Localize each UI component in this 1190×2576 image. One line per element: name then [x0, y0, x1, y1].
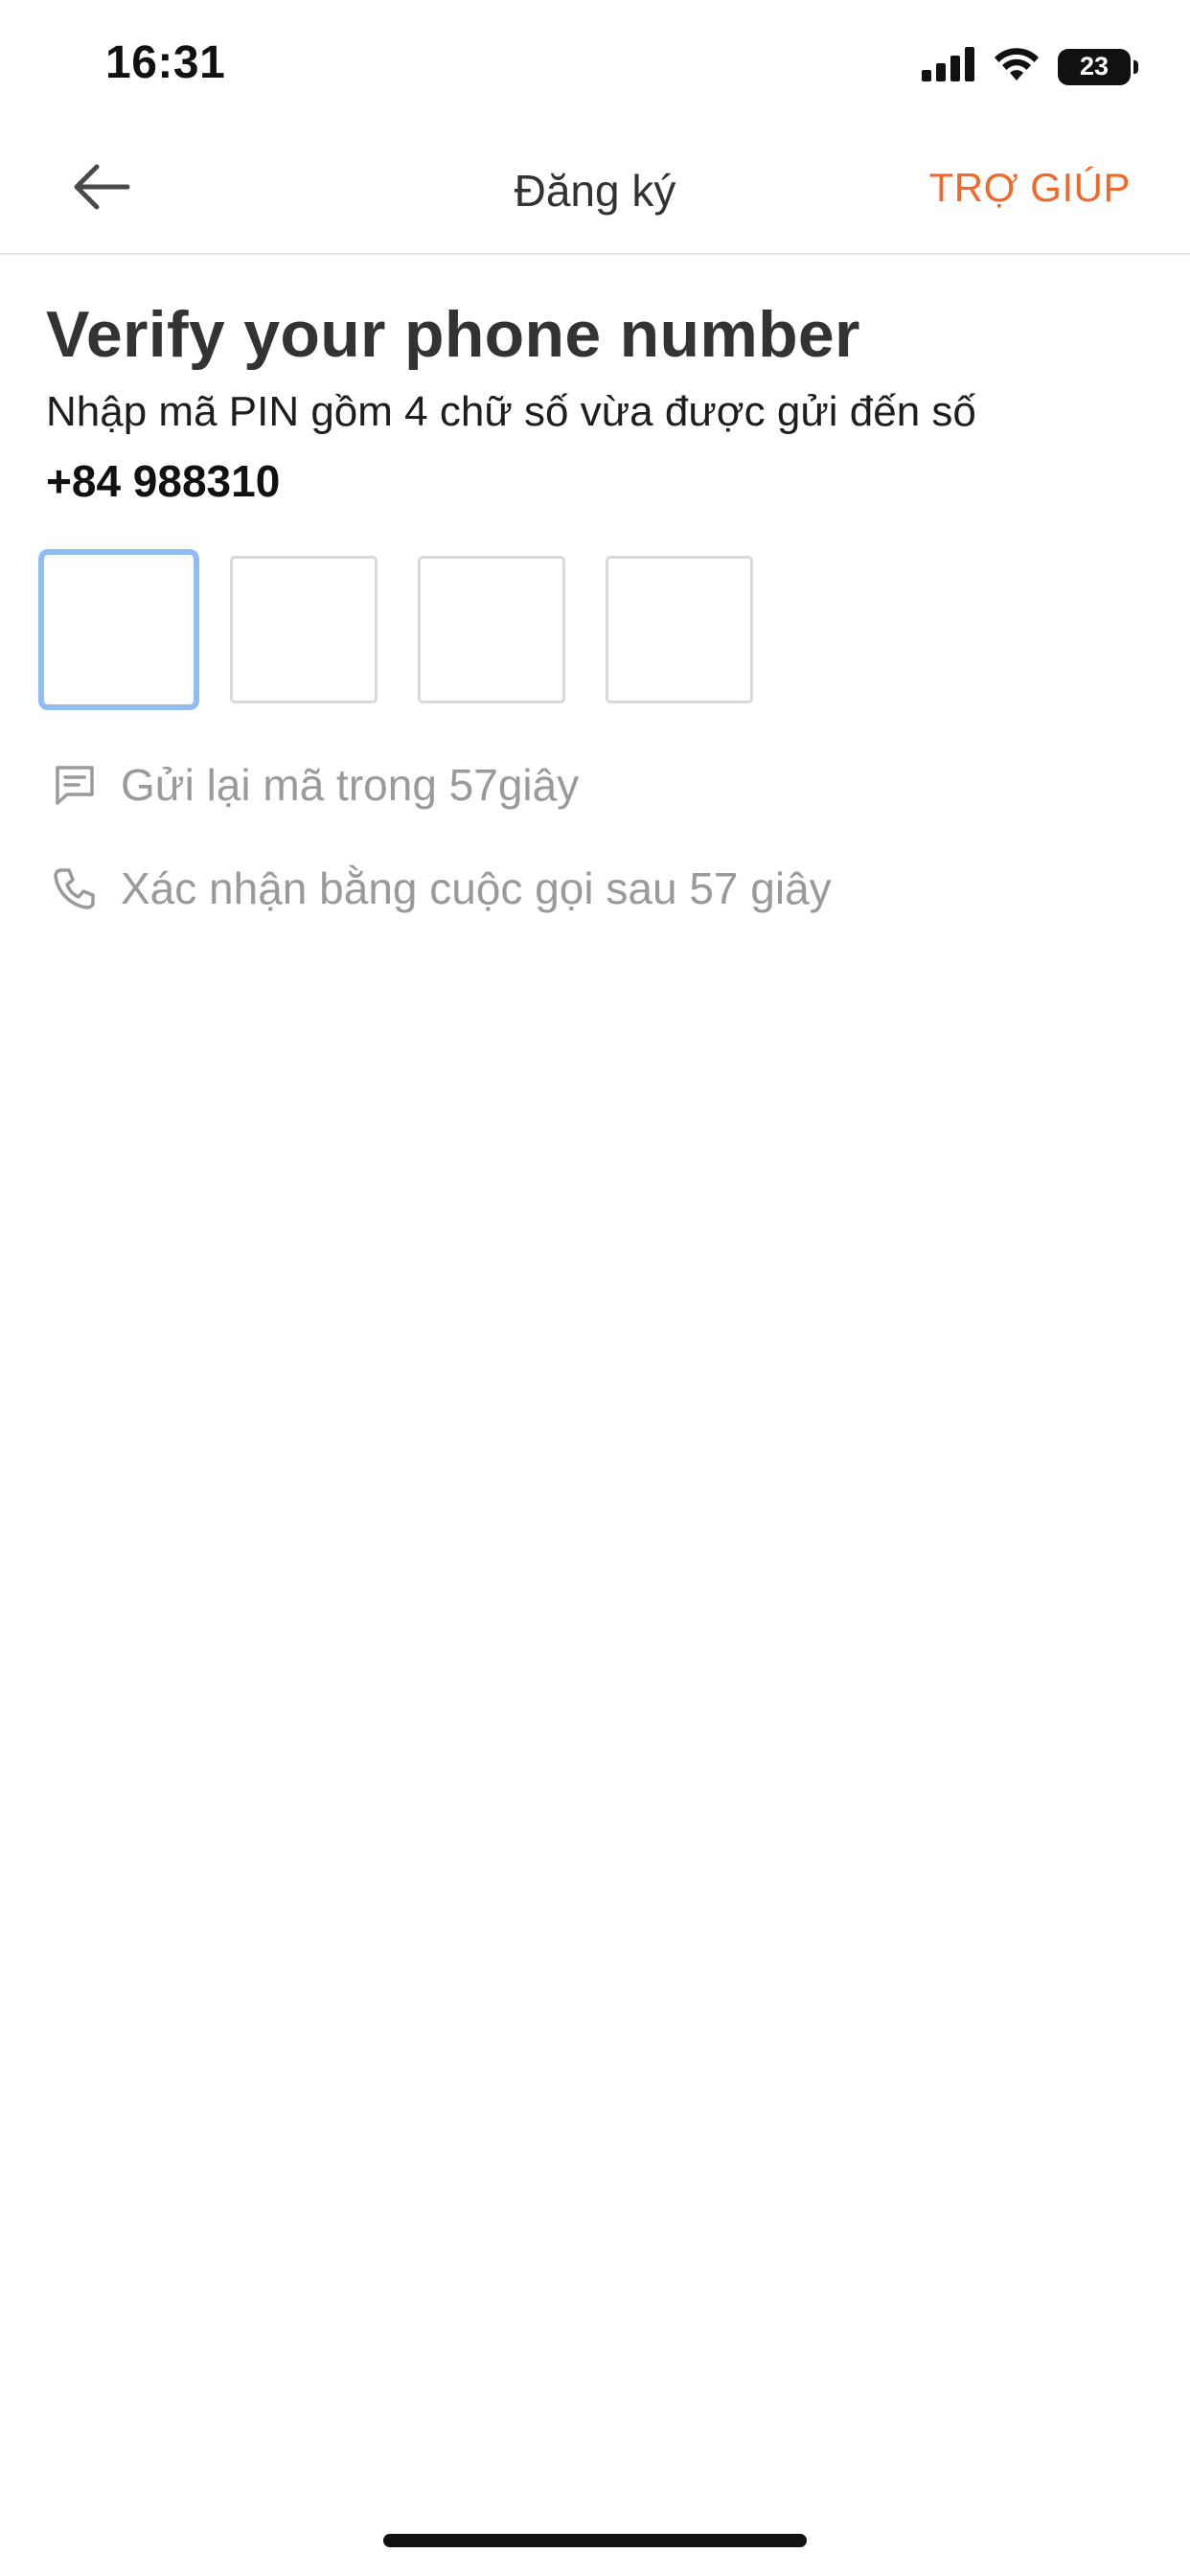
resend-code-text: Gửi lại mã trong 57giây	[121, 760, 580, 810]
phone-icon	[50, 863, 100, 913]
cellular-signal-icon	[922, 47, 975, 86]
battery-icon: 23	[1058, 48, 1138, 85]
help-button[interactable]: TRỢ GIÚP	[929, 165, 1131, 211]
phone-number: +84 988310	[46, 456, 281, 506]
page-title: Verify your phone number	[46, 298, 860, 371]
back-button[interactable]	[63, 158, 140, 219]
call-verify-text: Xác nhận bằng cuộc gọi sau 57 giây	[121, 863, 832, 913]
pin-digit-1[interactable]	[38, 549, 199, 710]
pin-digit-4[interactable]	[606, 556, 753, 703]
home-indicator	[383, 2534, 807, 2547]
instruction-text: Nhập mã PIN gồm 4 chữ số vừa được gửi đế…	[46, 388, 976, 435]
pin-input-group	[38, 549, 753, 710]
arrow-left-icon	[72, 163, 131, 216]
pin-digit-3[interactable]	[418, 556, 565, 703]
status-icons: 23	[922, 46, 1138, 87]
resend-code-option[interactable]: Gửi lại mã trong 57giây	[50, 759, 579, 811]
status-time: 16:31	[105, 37, 226, 88]
call-verify-option[interactable]: Xác nhận bằng cuộc gọi sau 57 giây	[50, 862, 832, 914]
pin-digit-2[interactable]	[230, 556, 378, 703]
nav-bar: Đăng ký TRỢ GIÚP	[0, 125, 1190, 255]
message-icon	[50, 760, 100, 810]
status-bar: 16:31 23	[0, 0, 1190, 125]
wifi-icon	[993, 46, 1041, 87]
